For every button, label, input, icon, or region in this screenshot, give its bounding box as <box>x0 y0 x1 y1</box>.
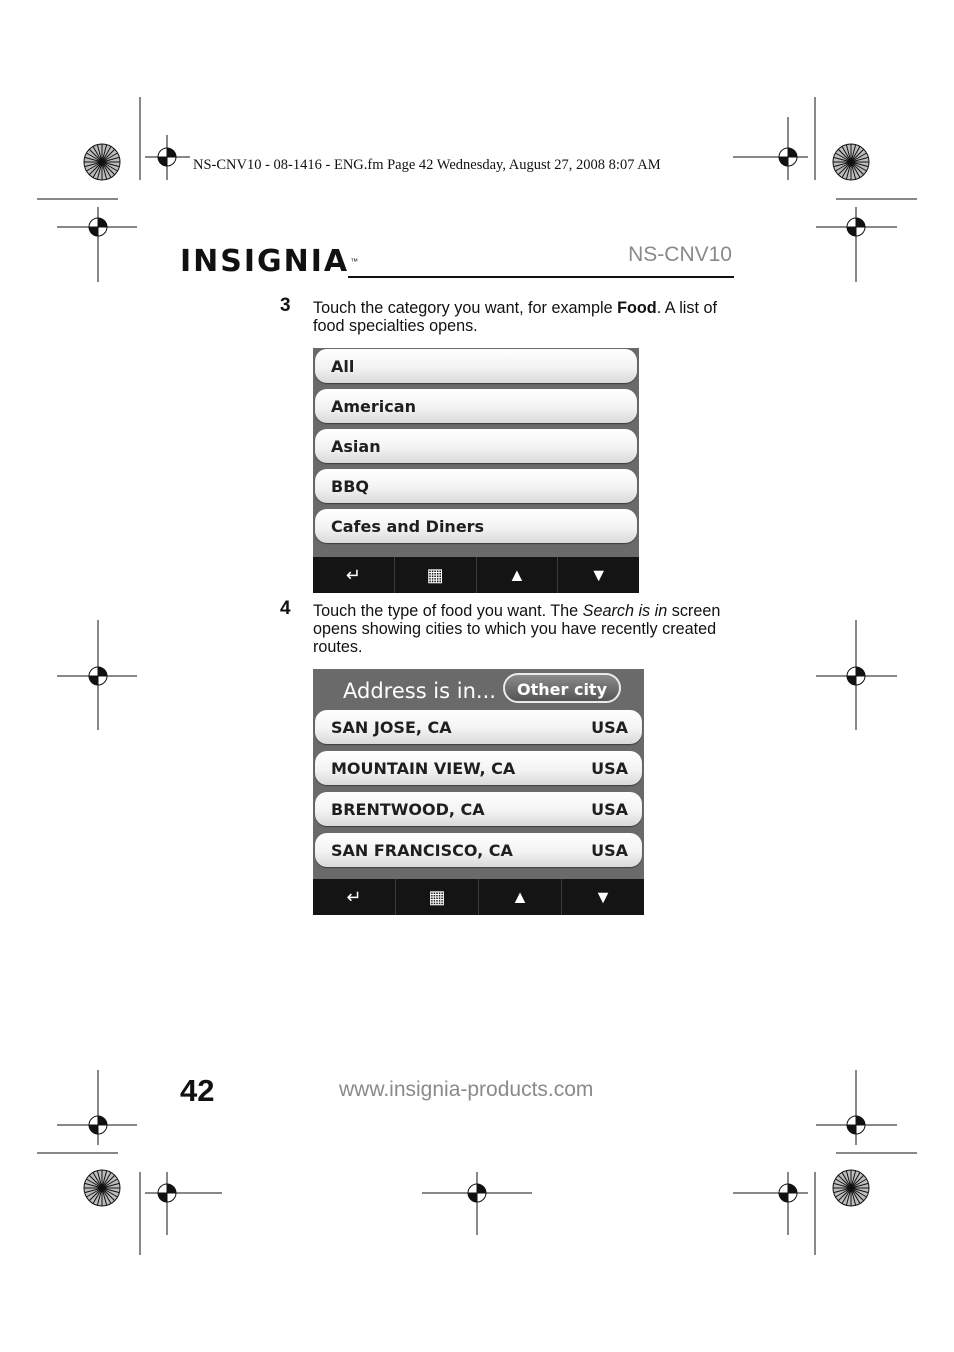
food-category-screen: All American Asian BBQ Cafes and Diners … <box>313 348 639 593</box>
country-name: USA <box>591 759 628 778</box>
step-4-text-a: Touch the type of food you want. The <box>313 602 583 620</box>
scroll-down-icon[interactable]: ▼ <box>562 879 644 915</box>
food-item-bbq[interactable]: BBQ <box>315 469 637 503</box>
country-name: USA <box>591 841 628 860</box>
address-is-in-screen: Address is in... Other city SAN JOSE, CA… <box>313 669 644 915</box>
address-title: Address is in... <box>343 679 496 703</box>
brand-logo: INSIGNIA ™ <box>180 238 358 284</box>
food-item-cafes-and-diners[interactable]: Cafes and Diners <box>315 509 637 543</box>
scroll-up-icon[interactable]: ▲ <box>477 557 559 593</box>
scroll-down-icon[interactable]: ▼ <box>558 557 639 593</box>
food-item-label: All <box>331 357 355 376</box>
food-item-label: Cafes and Diners <box>331 517 485 536</box>
food-item-label: American <box>331 397 416 416</box>
food-item-american[interactable]: American <box>315 389 637 423</box>
country-name: USA <box>591 800 628 819</box>
step-4-italic: Search is in <box>582 602 668 620</box>
scroll-up-icon[interactable]: ▲ <box>479 879 562 915</box>
menu-grid-icon[interactable]: ▦ <box>395 557 477 593</box>
city-row[interactable]: MOUNTAIN VIEW, CA USA <box>315 751 642 785</box>
trademark-symbol: ™ <box>350 256 359 266</box>
address-screen-toolbar: ↵ ▦ ▲ ▼ <box>313 879 644 915</box>
step-3-bold: Food <box>617 299 657 317</box>
step-4-number: 4 <box>280 598 291 619</box>
back-arrow-icon[interactable]: ↵ <box>313 879 396 915</box>
city-row[interactable]: BRENTWOOD, CA USA <box>315 792 642 826</box>
other-city-button[interactable]: Other city <box>503 673 621 703</box>
website-url: www.insignia-products.com <box>339 1078 594 1101</box>
back-arrow-icon[interactable]: ↵ <box>313 557 395 593</box>
page-number: 42 <box>180 1073 215 1108</box>
city-name: SAN JOSE, CA <box>331 718 452 737</box>
food-item-label: BBQ <box>331 477 369 496</box>
food-item-label: Asian <box>331 437 381 456</box>
header-rule <box>348 276 734 278</box>
city-name: BRENTWOOD, CA <box>331 800 485 819</box>
food-screen-toolbar: ↵ ▦ ▲ ▼ <box>313 557 639 593</box>
city-row[interactable]: SAN FRANCISCO, CA USA <box>315 833 642 867</box>
brand-name: INSIGNIA <box>180 243 350 279</box>
city-name: MOUNTAIN VIEW, CA <box>331 759 516 778</box>
step-3-text-a: Touch the category you want, for example <box>313 299 618 317</box>
step-3-text: Touch the category you want, for example… <box>313 299 733 335</box>
step-4-text: Touch the type of food you want. The Sea… <box>313 602 723 656</box>
city-name: SAN FRANCISCO, CA <box>331 841 513 860</box>
food-item-asian[interactable]: Asian <box>315 429 637 463</box>
step-3-number: 3 <box>280 295 291 316</box>
model-number: NS-CNV10 <box>628 243 732 266</box>
food-item-all[interactable]: All <box>315 349 637 383</box>
menu-grid-icon[interactable]: ▦ <box>396 879 479 915</box>
city-row[interactable]: SAN JOSE, CA USA <box>315 710 642 744</box>
country-name: USA <box>591 718 628 737</box>
print-header: NS-CNV10 - 08-1416 - ENG.fm Page 42 Wedn… <box>193 157 661 173</box>
